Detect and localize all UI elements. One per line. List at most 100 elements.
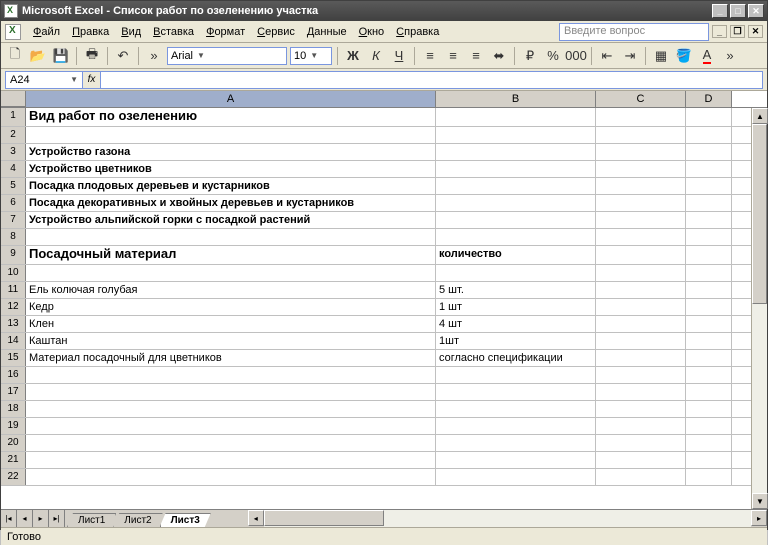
row-header[interactable]: 3: [1, 144, 26, 160]
cell[interactable]: [26, 401, 436, 417]
cell[interactable]: Материал посадочный для цветников: [26, 350, 436, 366]
cell[interactable]: [596, 144, 686, 160]
row-header[interactable]: 8: [1, 229, 26, 245]
sheet-nav-first-icon[interactable]: |◂: [1, 510, 17, 527]
cell[interactable]: [596, 452, 686, 468]
row-header[interactable]: 4: [1, 161, 26, 177]
cell[interactable]: [686, 161, 732, 177]
cell[interactable]: [26, 418, 436, 434]
row-header[interactable]: 5: [1, 178, 26, 194]
row-header[interactable]: 12: [1, 299, 26, 315]
cell[interactable]: [436, 401, 596, 417]
row-header[interactable]: 9: [1, 246, 26, 264]
print-icon[interactable]: 🖶: [82, 46, 102, 66]
menu-правка[interactable]: Правка: [66, 24, 115, 40]
horizontal-scrollbar[interactable]: ◂ ▸: [248, 510, 767, 527]
cell[interactable]: согласно спецификации: [436, 350, 596, 366]
sheet-nav-last-icon[interactable]: ▸|: [49, 510, 65, 527]
cell[interactable]: [436, 195, 596, 211]
cell[interactable]: [596, 195, 686, 211]
cell[interactable]: [436, 435, 596, 451]
cell[interactable]: [436, 418, 596, 434]
font-size-combo[interactable]: 10▼: [290, 47, 332, 65]
percent-icon[interactable]: %: [543, 46, 563, 66]
toolbar-expand-icon[interactable]: »: [144, 46, 164, 66]
sheet-tab-лист3[interactable]: Лист3: [160, 513, 211, 527]
cell[interactable]: 1шт: [436, 333, 596, 349]
menu-сервис[interactable]: Сервис: [251, 24, 301, 40]
bold-icon[interactable]: Ж: [343, 46, 363, 66]
cell[interactable]: [436, 452, 596, 468]
formula-bar[interactable]: [101, 71, 763, 89]
row-header[interactable]: 2: [1, 127, 26, 143]
cell[interactable]: [686, 418, 732, 434]
cell[interactable]: Устройство газона: [26, 144, 436, 160]
row-header[interactable]: 16: [1, 367, 26, 383]
column-header-d[interactable]: D: [686, 91, 732, 107]
cell[interactable]: [596, 246, 686, 264]
merge-center-icon[interactable]: ⬌: [489, 46, 509, 66]
cell[interactable]: [596, 108, 686, 126]
row-header[interactable]: 11: [1, 282, 26, 298]
sheet-nav-prev-icon[interactable]: ◂: [17, 510, 33, 527]
column-header-b[interactable]: B: [436, 91, 596, 107]
thousands-icon[interactable]: 000: [566, 46, 586, 66]
cell[interactable]: Клен: [26, 316, 436, 332]
toolbar-overflow-icon[interactable]: »: [720, 46, 740, 66]
menu-справка[interactable]: Справка: [390, 24, 445, 40]
cell[interactable]: [686, 299, 732, 315]
align-left-icon[interactable]: ≡: [420, 46, 440, 66]
cell[interactable]: [686, 282, 732, 298]
cell[interactable]: [26, 265, 436, 281]
increase-indent-icon[interactable]: ⇥: [620, 46, 640, 66]
cell[interactable]: [596, 384, 686, 400]
scroll-left-icon[interactable]: ◂: [248, 510, 264, 526]
ask-question-box[interactable]: Введите вопрос: [559, 23, 709, 41]
row-header[interactable]: 18: [1, 401, 26, 417]
menu-файл[interactable]: Файл: [27, 24, 66, 40]
cell[interactable]: [436, 161, 596, 177]
cell[interactable]: [596, 178, 686, 194]
cell[interactable]: 5 шт.: [436, 282, 596, 298]
doc-minimize-button[interactable]: _: [712, 25, 727, 38]
cell[interactable]: 4 шт: [436, 316, 596, 332]
currency-icon[interactable]: ₽: [520, 46, 540, 66]
menu-вид[interactable]: Вид: [115, 24, 147, 40]
row-header[interactable]: 7: [1, 212, 26, 228]
cell[interactable]: [686, 350, 732, 366]
cell[interactable]: [26, 469, 436, 485]
cell[interactable]: [596, 435, 686, 451]
close-button[interactable]: ✕: [748, 4, 764, 18]
fx-icon[interactable]: fx: [83, 71, 101, 89]
cell[interactable]: [436, 212, 596, 228]
hscroll-thumb[interactable]: [264, 510, 384, 526]
cell[interactable]: [596, 469, 686, 485]
cell[interactable]: [596, 161, 686, 177]
menu-вставка[interactable]: Вставка: [147, 24, 200, 40]
cell[interactable]: количество: [436, 246, 596, 264]
cell[interactable]: [596, 212, 686, 228]
cell[interactable]: Кедр: [26, 299, 436, 315]
cell[interactable]: [686, 435, 732, 451]
vscroll-thumb[interactable]: [752, 124, 767, 304]
cell[interactable]: [26, 229, 436, 245]
cell[interactable]: 1 шт: [436, 299, 596, 315]
scroll-down-icon[interactable]: ▼: [752, 493, 768, 509]
cell[interactable]: [436, 265, 596, 281]
open-file-icon[interactable]: 📂: [28, 46, 48, 66]
row-header[interactable]: 1: [1, 108, 26, 126]
cell[interactable]: [596, 316, 686, 332]
cell[interactable]: [596, 367, 686, 383]
select-all-corner[interactable]: [1, 91, 26, 107]
cell[interactable]: Посадка плодовых деревьев и кустарников: [26, 178, 436, 194]
doc-restore-button[interactable]: ❐: [730, 25, 745, 38]
cell[interactable]: [436, 127, 596, 143]
maximize-button[interactable]: □: [730, 4, 746, 18]
cell[interactable]: Вид работ по озеленению: [26, 108, 436, 126]
italic-icon[interactable]: К: [366, 46, 386, 66]
cell[interactable]: [26, 384, 436, 400]
cell[interactable]: Каштан: [26, 333, 436, 349]
cell[interactable]: [596, 299, 686, 315]
row-header[interactable]: 6: [1, 195, 26, 211]
cell[interactable]: [26, 127, 436, 143]
